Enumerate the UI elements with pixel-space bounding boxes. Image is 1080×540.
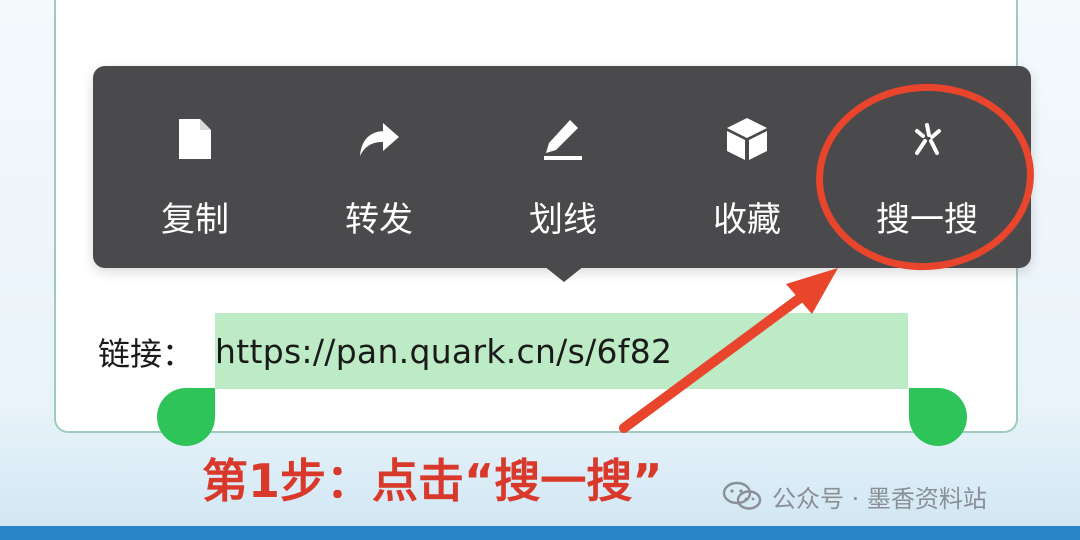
menu-item-label: 划线 — [529, 200, 597, 240]
menu-item-label: 转发 — [345, 200, 413, 240]
box-favorite-icon — [722, 114, 772, 164]
menu-item-forward[interactable]: 转发 — [285, 66, 473, 268]
menu-item-label: 收藏 — [713, 200, 781, 240]
share-forward-icon — [354, 114, 404, 164]
watermark: 公众号 · 墨香资料站 — [722, 468, 1062, 524]
menu-pointer — [544, 266, 584, 282]
menu-item-favorite[interactable]: 收藏 — [653, 66, 841, 268]
menu-item-label: 复制 — [161, 200, 229, 240]
document-copy-icon — [170, 114, 220, 164]
selection-handle-end[interactable] — [909, 388, 967, 446]
menu-item-underline[interactable]: 划线 — [469, 66, 657, 268]
pen-underline-icon — [538, 114, 588, 164]
link-row: 链接： — [98, 314, 194, 390]
watermark-text: 公众号 · 墨香资料站 — [772, 484, 987, 513]
link-label: 链接： — [98, 335, 195, 373]
selected-link-text[interactable]: https://pan.quark.cn/s/6f82 — [215, 313, 735, 389]
menu-item-copy[interactable]: 复制 — [101, 66, 289, 268]
instruction-text: 第1步：点击“搜一搜” — [202, 454, 663, 508]
bottom-strip — [0, 526, 1080, 540]
wechat-icon — [722, 481, 762, 510]
selection-handle-start[interactable] — [157, 388, 215, 446]
